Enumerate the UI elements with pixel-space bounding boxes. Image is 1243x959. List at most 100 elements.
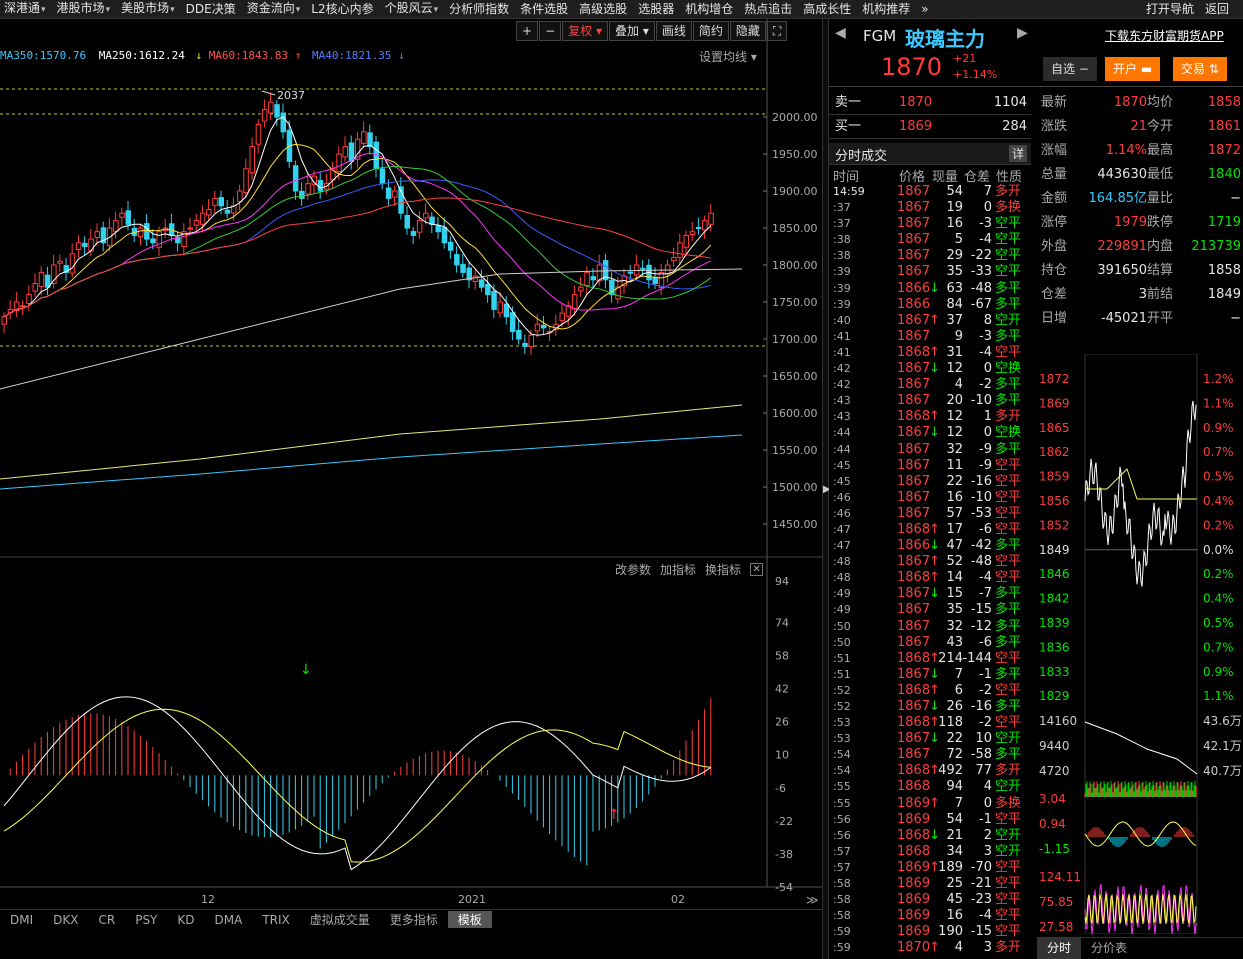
candle: [150, 238, 156, 244]
nav-item[interactable]: 美股市场: [117, 0, 182, 18]
tick-type: 空平: [995, 554, 1022, 570]
col-vol: 现量: [932, 170, 959, 185]
nav-item[interactable]: 机构推荐: [858, 0, 917, 18]
candle: [249, 146, 255, 174]
stat-l1: 持仓: [1041, 263, 1068, 278]
open-account-button[interactable]: 开户 ▬: [1105, 57, 1161, 81]
kline-svg[interactable]: 2000.00 1950.00 1900.00 1850.00 1800.00 1750.…: [0, 19, 822, 909]
candle: [187, 227, 193, 230]
nav-item[interactable]: 高成长性: [799, 0, 858, 18]
watchlist-button[interactable]: 自选 −: [1043, 57, 1097, 81]
mini-kdj-tick: 75.85: [1039, 895, 1073, 909]
tick-price: 1867: [897, 747, 931, 763]
download-app-link[interactable]: 下载东方财富期货APP: [1105, 27, 1224, 44]
tick-price: 1867: [897, 248, 931, 264]
indicator-tab[interactable]: TRIX: [252, 913, 299, 927]
nav-item[interactable]: 热点追击: [740, 0, 799, 18]
tick-oi-change: 2: [983, 827, 992, 843]
tick-volume: 12: [946, 425, 963, 441]
tick-oi-change: -2: [979, 715, 992, 731]
stat-v1: 1.14%: [1105, 143, 1147, 158]
tick-volume: 43: [946, 634, 963, 650]
candle: [578, 286, 584, 292]
tick-time: :58: [833, 909, 851, 923]
tick-row: :50 1867 32 -12 多平: [829, 619, 1031, 635]
next-instrument-icon[interactable]: ▶: [1017, 25, 1028, 41]
nav-item[interactable]: 深港通: [0, 0, 53, 18]
tab-intraday[interactable]: 分时: [1037, 938, 1082, 959]
mini-pct-tick: 0.4%: [1203, 592, 1234, 606]
tick-time: :44: [833, 426, 851, 440]
tick-oi-change: -12: [970, 618, 992, 634]
nav-item[interactable]: 条件选股: [516, 0, 575, 18]
nav-item[interactable]: 选股器: [634, 0, 681, 18]
indicator-tab[interactable]: KD: [167, 913, 204, 927]
indicator-tab[interactable]: DMA: [205, 913, 253, 927]
stat-v1: 229891: [1097, 239, 1147, 254]
indicator-tab[interactable]: 更多指标: [380, 911, 448, 928]
tick-volume: 16: [946, 216, 963, 232]
tick-volume: 118: [938, 715, 963, 731]
tick-volume: 189: [938, 859, 963, 875]
nav-item[interactable]: DDE决策: [182, 0, 243, 18]
candle: [20, 305, 26, 308]
mini-price-tick: 1872: [1039, 372, 1070, 386]
tick-row: :50 1867 43 -6 多平: [829, 635, 1031, 651]
mini-price-tick: 1862: [1039, 445, 1070, 459]
nav-item[interactable]: 分析师指数: [445, 0, 516, 18]
indicator-tab[interactable]: 模板: [447, 911, 492, 928]
nav-item[interactable]: 机构增仓: [681, 0, 740, 18]
tick-oi-change: -4: [979, 908, 992, 924]
mini-vol-tick: 42.1万: [1203, 739, 1242, 753]
nav-item[interactable]: 资金流向: [243, 0, 308, 18]
indicator-tab[interactable]: PSY: [125, 913, 167, 927]
tick-oi-change: -53: [970, 505, 992, 521]
tab-price-table[interactable]: 分价表: [1081, 938, 1137, 959]
tick-volume: 9: [954, 328, 963, 344]
indicator-tab[interactable]: 虚拟成交量: [300, 911, 380, 928]
nav-item[interactable]: 高级选股: [575, 0, 634, 18]
indicator-tab[interactable]: DMI: [0, 913, 43, 927]
back-button[interactable]: 返回: [1201, 0, 1243, 18]
tick-type: 多平: [995, 747, 1022, 763]
candle: [540, 324, 547, 329]
nav-more-icon[interactable]: »: [917, 0, 935, 18]
open-nav-button[interactable]: 打开导航: [1142, 0, 1201, 18]
tick-type: 多平: [995, 634, 1022, 650]
candle: [218, 197, 224, 207]
tick-oi-change: 0: [983, 200, 992, 216]
tick-price: 1869: [897, 924, 931, 940]
detail-button[interactable]: 详: [1008, 145, 1027, 162]
tick-row: :59 1869 190 -15 空平: [829, 924, 1031, 940]
tick-arrow-icon: ↓: [929, 666, 940, 682]
nav-item[interactable]: 港股市场: [53, 0, 118, 18]
prev-instrument-icon[interactable]: ◀: [835, 25, 846, 41]
intraday-mini-chart[interactable]: 1872 1.2% 1869 1.1% 1865 0.9% 1862 0.7% 1859 0.5%…: [1037, 354, 1243, 934]
macd-tick-label: -38: [775, 848, 793, 861]
nav-item[interactable]: L2核心内参: [307, 0, 380, 18]
tick-price: 1869: [897, 811, 931, 827]
tick-volume: 16: [946, 908, 963, 924]
candle: [342, 146, 348, 158]
tick-volume: 16: [946, 489, 963, 505]
tick-volume: 84: [946, 296, 963, 312]
tick-time: :54: [833, 748, 851, 762]
trade-button[interactable]: 交易 ⇅: [1173, 57, 1227, 81]
candle: [664, 264, 671, 275]
tick-type: 空开: [995, 779, 1022, 795]
tick-time: :58: [833, 893, 851, 907]
tick-price: 1870: [897, 940, 931, 956]
candle: [522, 342, 528, 347]
stat-row: 日增 -45021 开平 −: [1037, 307, 1243, 331]
nav-item[interactable]: 个股风云: [381, 0, 446, 18]
macd-tick-label: -54: [775, 881, 793, 894]
candle: [429, 216, 435, 225]
indicator-tab[interactable]: CR: [88, 913, 125, 927]
tick-arrow-icon: ↑: [929, 682, 940, 698]
tick-type: 多平: [995, 393, 1022, 409]
indicator-tab[interactable]: DKX: [43, 913, 88, 927]
panel-divider[interactable]: ▶: [822, 19, 831, 959]
tick-volume: 190: [938, 924, 963, 940]
stat-v2: 1719: [1207, 215, 1241, 230]
candle: [392, 190, 398, 198]
